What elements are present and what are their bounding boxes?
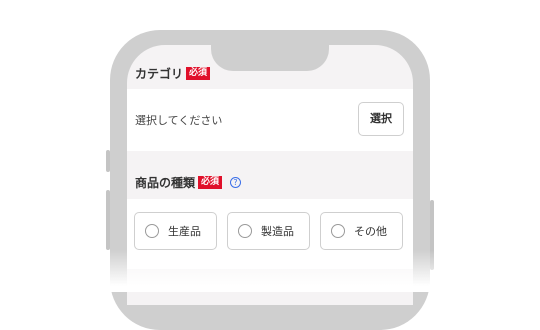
product-type-header: 商品の種類 必須 ? [127,165,413,199]
category-placeholder: 選択してください [135,114,223,127]
option-label: 製造品 [261,225,294,238]
bottom-fade [0,250,540,292]
help-icon[interactable]: ? [230,176,242,188]
phone-notch [211,40,329,71]
radio-icon[interactable] [145,224,159,238]
product-type-title: 商品の種類 [135,175,196,190]
option-label: その他 [354,225,387,238]
option-seizouhin[interactable]: 製造品 [227,212,310,250]
option-label: 生産品 [168,225,201,238]
radio-icon[interactable] [238,224,252,238]
radio-icon[interactable] [331,224,345,238]
category-title: カテゴリ [135,66,184,81]
select-button[interactable]: 選択 [358,102,404,136]
required-badge: 必須 [198,175,223,189]
required-badge: 必須 [186,66,211,80]
option-seisanhin[interactable]: 生産品 [134,212,217,250]
option-sonota[interactable]: その他 [320,212,403,250]
category-select-row[interactable]: 選択してください 選択 [127,89,413,151]
